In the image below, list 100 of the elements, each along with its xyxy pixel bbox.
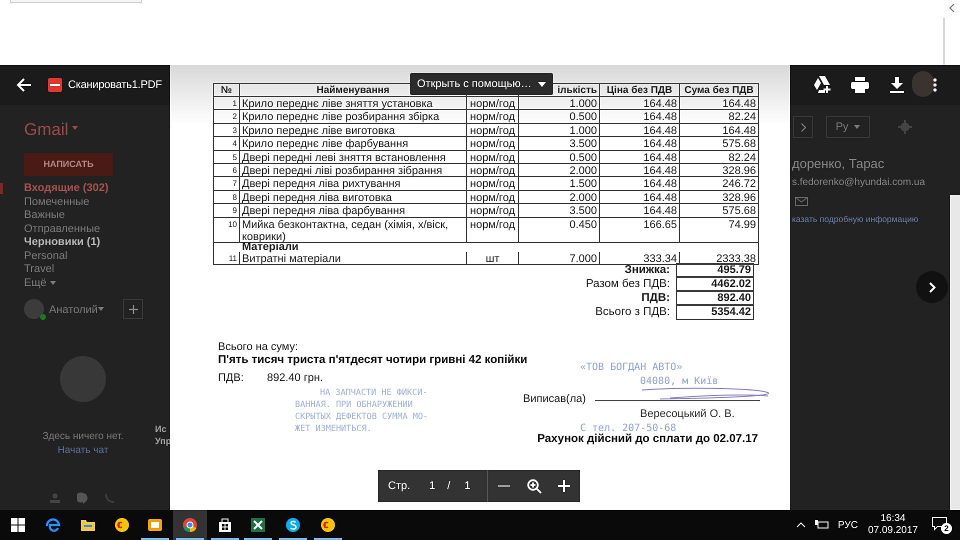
column-header: № — [220, 85, 232, 96]
edge-icon — [45, 517, 61, 533]
onec-logo-icon — [114, 517, 130, 533]
running-indicator — [244, 538, 272, 540]
quantity-cell: 2.000 — [569, 164, 597, 176]
total-label: ПДВ: — [640, 291, 671, 306]
unit-cell: норм/год — [470, 218, 515, 231]
folder-link[interactable]: Travel — [24, 263, 109, 276]
row-number: 11 — [228, 254, 237, 263]
next-arrow-button[interactable] — [793, 116, 813, 138]
mail-icon[interactable] — [795, 197, 808, 206]
validity-note: Рахунок дійсний до сплати до 02.07.17 — [537, 432, 758, 447]
row-number: 5 — [232, 152, 237, 162]
folder-link[interactable]: Personal — [24, 250, 109, 263]
plus-icon — [128, 304, 138, 314]
taskbar-app-button[interactable] — [173, 510, 207, 540]
mail-app-icon — [147, 517, 163, 533]
language-button[interactable]: Ру — [826, 116, 870, 138]
price-cell: 164.48 — [643, 98, 677, 110]
row-number: 9 — [232, 206, 237, 216]
text-fragment: Ис — [155, 423, 166, 436]
price-cell: 164.48 — [643, 124, 677, 136]
page-label: Стр. — [388, 478, 410, 494]
zoom-icon[interactable] — [527, 478, 542, 494]
item-name: Двері передня ліва виготовка — [242, 192, 392, 204]
page-number[interactable]: 1 — [429, 478, 436, 494]
item-name: Витратні матеріали — [242, 252, 341, 264]
price-cell: 333.34 — [643, 252, 677, 264]
item-name: Двері передня ліва рихтування — [242, 178, 400, 190]
page-count: 1 — [464, 478, 470, 494]
folder-icon — [80, 517, 96, 533]
next-page-button[interactable] — [916, 271, 948, 303]
folder-link[interactable]: Помеченные — [24, 196, 109, 209]
folder-link[interactable]: Входящие (302) — [24, 182, 109, 196]
folder-link[interactable]: Отправленные — [24, 222, 109, 236]
price-cell: 164.48 — [643, 164, 677, 176]
unit-cell: норм/год — [470, 152, 515, 163]
chevron-up-icon[interactable] — [796, 522, 806, 528]
quantity-cell: 0.450 — [569, 218, 597, 231]
sum-cell: 164.48 — [722, 98, 756, 110]
price-cell: 164.48 — [643, 111, 677, 123]
unit-cell: норм/год — [470, 98, 515, 110]
file-title: Сканировать1.PDF — [68, 78, 162, 93]
caret-icon — [50, 281, 56, 286]
folder-link[interactable]: Черновики (1) — [24, 236, 109, 250]
stamp-text: ЖЕТ ИЗМЕНИТЬСЯ. — [295, 423, 372, 436]
sum-cell: 575.68 — [722, 205, 756, 216]
zoom-in-icon[interactable] — [558, 480, 570, 492]
vat-label: ПДВ: — [218, 371, 244, 386]
contact-name: доренко, Тарас — [792, 155, 884, 173]
chevron-left-icon[interactable] — [948, 3, 956, 13]
drive-add-icon[interactable] — [814, 76, 832, 93]
notifications-button[interactable]: 2 — [932, 516, 952, 534]
more-options-icon[interactable] — [933, 78, 937, 92]
user-name[interactable]: Анатолий — [49, 302, 98, 318]
row-number: 8 — [232, 192, 237, 202]
add-button[interactable] — [123, 299, 143, 319]
column-header: Сума без ПДВ — [684, 85, 754, 96]
gmail-logo[interactable]: Gmail — [24, 117, 68, 142]
sum-cell: 164.48 — [722, 124, 756, 136]
unit-cell: норм/год — [470, 138, 515, 150]
running-indicator — [176, 538, 204, 540]
caret-icon — [98, 307, 104, 311]
quantity-cell: 1.500 — [569, 178, 597, 190]
unit-cell: норм/год — [470, 205, 515, 216]
speech-bubble-icon — [932, 517, 947, 531]
battery-icon[interactable] — [814, 520, 829, 530]
stamp-text: «ТОВ БОГДАН АВТО» — [580, 361, 682, 375]
chevron-right-icon — [800, 122, 806, 132]
price-cell: 164.48 — [643, 178, 677, 190]
folder-link[interactable]: Ещё — [24, 276, 109, 290]
clock-time[interactable]: 16:34 — [880, 513, 906, 525]
row-number: 4 — [232, 139, 237, 148]
download-icon[interactable] — [890, 77, 904, 93]
stamp-text: НА ЗАПЧАСТИ НЕ ФИКСИ- — [320, 387, 428, 400]
total-label: Знижка: — [624, 262, 671, 278]
clock-date[interactable]: 07.09.2017 — [868, 525, 918, 537]
stamp-text: СКРЫТЫХ ДЕФЕКТОВ СУММА МО- — [295, 411, 428, 424]
unit-cell: норм/год — [470, 192, 515, 204]
total-label: Разом без ПДВ: — [584, 276, 671, 292]
folder-link[interactable]: Важные — [24, 209, 109, 222]
item-name: Крило переднє ліве фарбування — [242, 138, 408, 150]
details-link[interactable]: казать подробную информацию — [792, 213, 918, 226]
print-icon[interactable] — [851, 77, 869, 93]
row-number: 7 — [232, 179, 237, 188]
quantity-cell: 3.500 — [569, 138, 597, 150]
item-name: Двері передні ліві розбирання зібрання — [242, 164, 442, 176]
item-name: Крило переднє ліве виготовка — [242, 124, 396, 136]
issued-by-label: Виписав(ла) — [523, 392, 586, 407]
input-language[interactable]: РУС — [838, 518, 858, 532]
quantity-cell: 0.500 — [569, 152, 597, 163]
row-number: 6 — [232, 166, 237, 175]
compose-button[interactable]: НАПИСАТЬ — [24, 153, 113, 176]
avatar — [24, 299, 44, 319]
open-with-button[interactable]: Открыть с помощью… — [410, 73, 553, 95]
start-chat-link[interactable]: Начать чат — [18, 443, 148, 458]
back-arrow-icon[interactable] — [16, 77, 32, 93]
unit-cell: норм/год — [470, 178, 515, 190]
onec-logo-icon — [320, 517, 336, 533]
total-value: 892.40 — [676, 291, 754, 306]
